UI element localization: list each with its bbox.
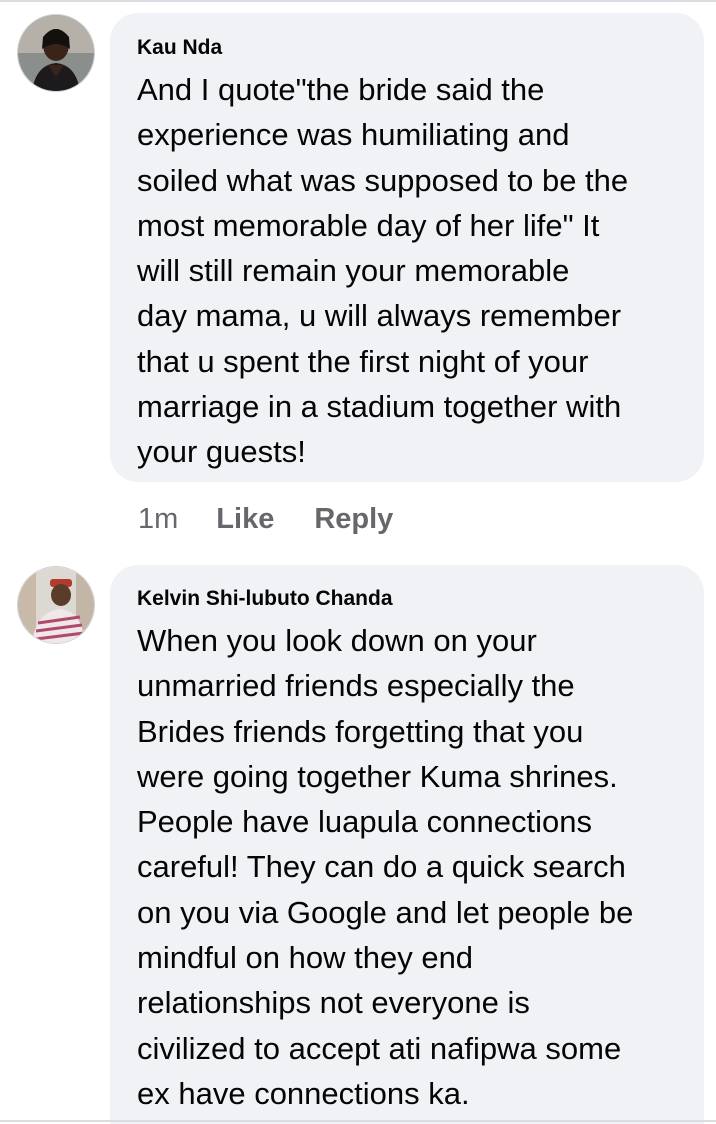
bottom-divider <box>0 1120 716 1122</box>
comment-1: Kau Nda And I quote"the bride said the e… <box>0 0 716 545</box>
avatar-kelvin-chanda[interactable] <box>17 566 95 644</box>
reply-button[interactable]: Reply <box>314 503 393 536</box>
comment-author[interactable]: Kelvin Shi-lubuto Chanda <box>137 586 680 612</box>
comment-text: When you look down on your unmarried fri… <box>137 623 634 1111</box>
comment-bubble: Kau Nda And I quote"the bride said the e… <box>110 13 704 482</box>
comment-author[interactable]: Kau Nda <box>137 35 680 61</box>
comment-timestamp[interactable]: 1m <box>138 503 178 536</box>
like-button[interactable]: Like <box>216 503 274 536</box>
profile-photo-icon <box>18 567 94 643</box>
avatar-kau-nda[interactable] <box>17 14 95 92</box>
comment-bubble: Kelvin Shi-lubuto Chanda When you look d… <box>110 565 704 1124</box>
comment-actions: 1m Like Reply <box>138 500 433 538</box>
comment-2: Kelvin Shi-lubuto Chanda When you look d… <box>0 555 716 1124</box>
comment-text: And I quote"the bride said the experienc… <box>137 72 629 470</box>
profile-photo-icon <box>18 15 94 91</box>
